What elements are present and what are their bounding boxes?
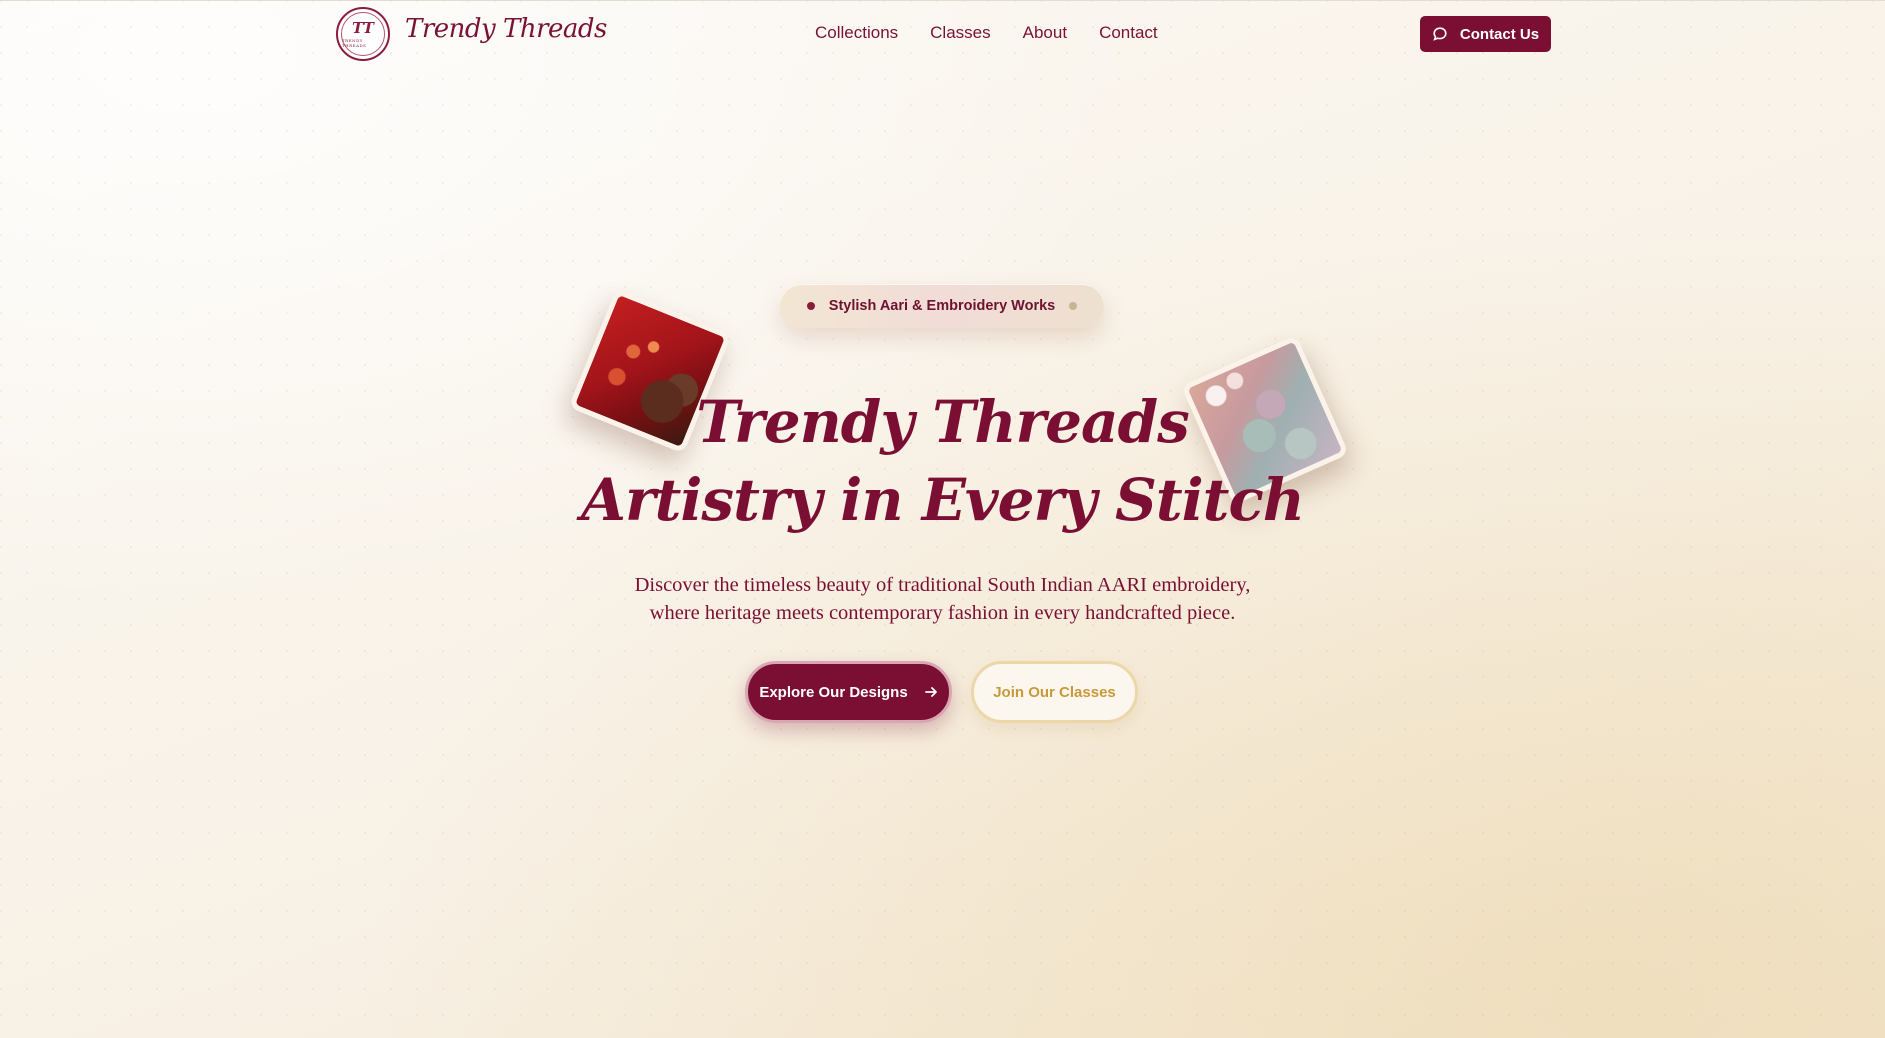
nav-link-classes[interactable]: Classes [930,23,990,43]
explore-designs-label: Explore Our Designs [759,683,908,701]
explore-designs-button[interactable]: Explore Our Designs [745,661,952,723]
join-classes-label: Join Our Classes [993,683,1116,701]
arrow-right-icon [924,687,937,697]
logo-monogram: TT [352,18,374,37]
hero-badge: Stylish Aari & Embroidery Works [780,284,1104,328]
brand-name[interactable]: Trendy Threads [405,14,607,44]
brand-logo[interactable]: TT TRENDY THREADS [336,7,390,61]
contact-us-label: Contact Us [1459,25,1540,43]
hero-description-line1: Discover the timeless beauty of traditio… [634,574,1251,596]
hero-description-line2: where heritage meets contemporary fashio… [649,602,1236,624]
chat-bubble-icon [1433,27,1447,41]
contact-us-button[interactable]: Contact Us [1420,16,1551,52]
nav-link-contact[interactable]: Contact [1099,23,1158,43]
logo-emblem: TT TRENDY THREADS [341,12,385,56]
badge-dot-icon [1069,302,1078,310]
top-navbar: TT TRENDY THREADS Trendy Threads Collect… [0,0,1885,66]
badge-label: Stylish Aari & Embroidery Works [828,298,1056,314]
logo-tagline: TRENDY THREADS [342,37,367,48]
hero-subtitle: Artistry in Every Stitch [581,466,1305,534]
hero-title: Trendy Threads [696,388,1190,456]
join-classes-button[interactable]: Join Our Classes [971,661,1138,723]
nav-link-about[interactable]: About [1023,23,1067,43]
nav-links: Collections Classes About Contact [815,23,1190,43]
nav-link-collections[interactable]: Collections [815,23,898,43]
badge-dot-icon [806,302,815,310]
